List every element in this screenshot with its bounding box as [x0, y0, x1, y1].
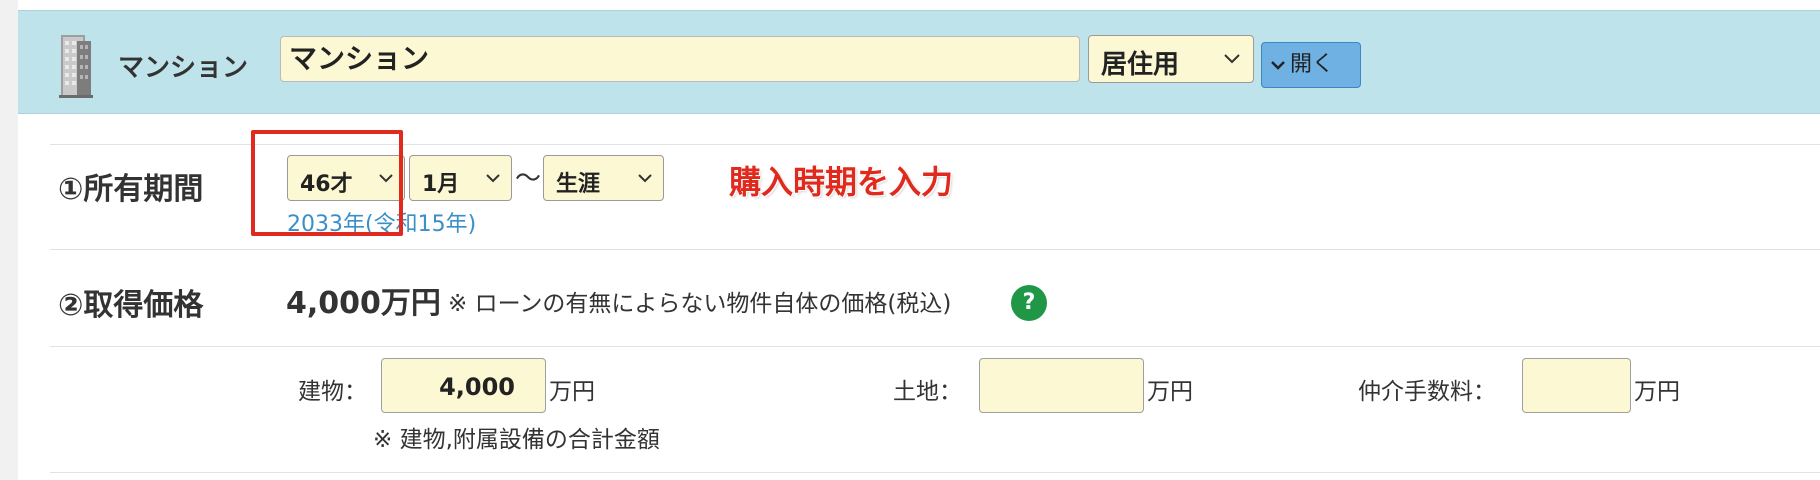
start-month-value: 1月 [422, 172, 460, 197]
end-select[interactable]: 生涯 [543, 155, 664, 201]
annotation-text: 購入時期を入力 [729, 163, 954, 201]
property-name-input[interactable]: マンション [280, 36, 1080, 82]
land-amount-input[interactable] [979, 358, 1144, 413]
open-button-label: 開く [1290, 52, 1335, 77]
building-unit: 万円 [549, 379, 595, 405]
chevron-down-icon [638, 174, 652, 183]
property-panel: マンション マンション 居住用 開く ①所有期間 46才 1月 〜 生涯 203… [18, 0, 1820, 480]
brokerage-fee-label: 仲介手数料： [1358, 379, 1496, 405]
chevron-down-icon [1224, 54, 1240, 64]
brokerage-fee-unit: 万円 [1634, 379, 1680, 405]
start-month-select[interactable]: 1月 [409, 155, 512, 201]
acquisition-price-note: ※ ローンの有無によらない物件自体の価格(税込) [448, 291, 952, 317]
usage-select-value: 居住用 [1101, 50, 1180, 80]
help-icon[interactable]: ? [1011, 285, 1047, 321]
open-button[interactable]: 開く [1261, 42, 1361, 88]
brokerage-fee-input[interactable] [1522, 358, 1631, 413]
building-icon [59, 35, 93, 98]
divider [50, 346, 1820, 347]
range-tilde: 〜 [515, 164, 542, 194]
property-type-label: マンション [118, 53, 249, 83]
land-label: 土地： [893, 379, 962, 405]
chevron-down-icon [486, 174, 500, 183]
end-value: 生涯 [556, 172, 601, 197]
land-unit: 万円 [1147, 379, 1193, 405]
building-note: ※ 建物,附属設備の合計金額 [373, 427, 660, 453]
property-header: マンション マンション 居住用 開く [18, 10, 1820, 114]
highlight-box [251, 130, 403, 236]
divider [50, 249, 1820, 250]
acquisition-price-value: 4,000万円 [286, 286, 441, 321]
acquisition-price-label: ②取得価格 [58, 288, 204, 323]
chevron-down-icon [1271, 61, 1285, 70]
building-amount-input[interactable]: 4,000 [381, 358, 546, 413]
divider [50, 472, 1820, 473]
left-gutter [0, 0, 18, 480]
usage-select[interactable]: 居住用 [1088, 35, 1254, 83]
building-label: 建物： [298, 379, 367, 405]
holding-period-label: ①所有期間 [58, 172, 204, 207]
